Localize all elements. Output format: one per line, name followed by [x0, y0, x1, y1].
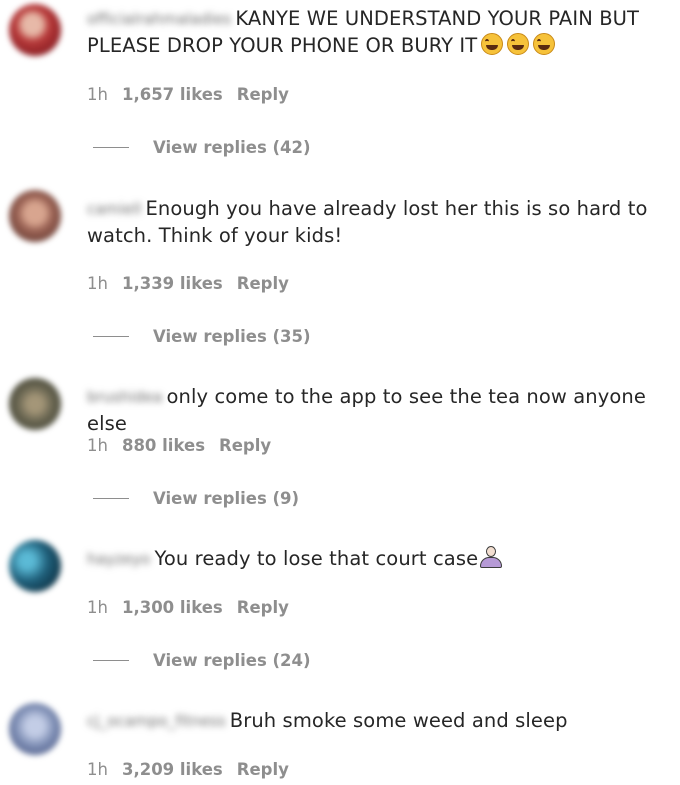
comment-username[interactable]: officialrahmaladies — [87, 10, 231, 28]
comment-body: brushidea only come to the app to see the… — [87, 383, 674, 437]
view-replies-label: View replies (35) — [153, 327, 311, 346]
laughing-emoji-icon — [507, 33, 530, 55]
view-replies-button[interactable]: View replies (42) — [93, 138, 311, 158]
comment-body: camiell Enough you have already lost her … — [87, 195, 674, 249]
divider-line — [93, 498, 129, 499]
likes-count[interactable]: 1,339 likes — [122, 274, 223, 293]
view-replies-button[interactable]: View replies (35) — [93, 327, 311, 347]
view-replies-label: View replies (9) — [153, 489, 300, 508]
likes-count[interactable]: 3,209 likes — [122, 760, 223, 779]
comment-time: 1h — [87, 760, 108, 779]
laughing-emoji-icon — [533, 33, 556, 55]
divider-line — [93, 147, 129, 148]
likes-count[interactable]: 1,657 likes — [122, 85, 223, 104]
likes-count[interactable]: 1,300 likes — [122, 598, 223, 617]
comment-meta: 1h 1,657 likes Reply — [87, 85, 289, 105]
view-replies-button[interactable]: View replies (24) — [93, 651, 311, 671]
comment-meta: 1h 880 likes Reply — [87, 436, 271, 456]
person-facepalming-emoji-icon — [478, 545, 504, 569]
comment-time: 1h — [87, 436, 108, 455]
comment-time: 1h — [87, 274, 108, 293]
view-replies-label: View replies (24) — [153, 651, 311, 670]
comment-username[interactable]: camiell — [87, 200, 141, 218]
view-replies-label: View replies (42) — [153, 138, 311, 157]
likes-count[interactable]: 880 likes — [122, 436, 205, 455]
avatar[interactable] — [9, 190, 61, 242]
reply-button[interactable]: Reply — [237, 598, 289, 617]
comment-meta: 1h 3,209 likes Reply — [87, 760, 289, 780]
comment-username[interactable]: brushidea — [87, 388, 163, 406]
reply-button[interactable]: Reply — [219, 436, 271, 455]
comment-body: hayzeyo You ready to lose that court case — [87, 545, 674, 572]
comment-meta: 1h 1,300 likes Reply — [87, 598, 289, 618]
avatar[interactable] — [9, 540, 61, 592]
reply-button[interactable]: Reply — [237, 274, 289, 293]
comment-time: 1h — [87, 85, 108, 104]
reply-button[interactable]: Reply — [237, 760, 289, 779]
comment-text: only come to the app to see the tea now … — [87, 385, 646, 435]
reply-button[interactable]: Reply — [237, 85, 289, 104]
comment-username[interactable]: hayzeyo — [87, 550, 150, 568]
avatar[interactable] — [9, 378, 61, 430]
avatar[interactable] — [9, 4, 61, 56]
laughing-emoji-icon — [481, 33, 504, 55]
comment-time: 1h — [87, 598, 108, 617]
view-replies-button[interactable]: View replies (9) — [93, 489, 299, 509]
divider-line — [93, 336, 129, 337]
comment-text: Bruh smoke some weed and sleep — [229, 709, 568, 732]
avatar[interactable] — [9, 703, 61, 755]
comment-username[interactable]: cj_ocampo_fitness — [87, 712, 226, 730]
comment-body: cj_ocampo_fitness Bruh smoke some weed an… — [87, 707, 674, 734]
comment-meta: 1h 1,339 likes Reply — [87, 274, 289, 294]
comment-body: officialrahmaladies KANYE WE UNDERSTAND Y… — [87, 5, 674, 59]
divider-line — [93, 660, 129, 661]
comment-text: You ready to lose that court case — [154, 547, 479, 570]
comment-text: Enough you have already lost her this is… — [87, 197, 648, 247]
